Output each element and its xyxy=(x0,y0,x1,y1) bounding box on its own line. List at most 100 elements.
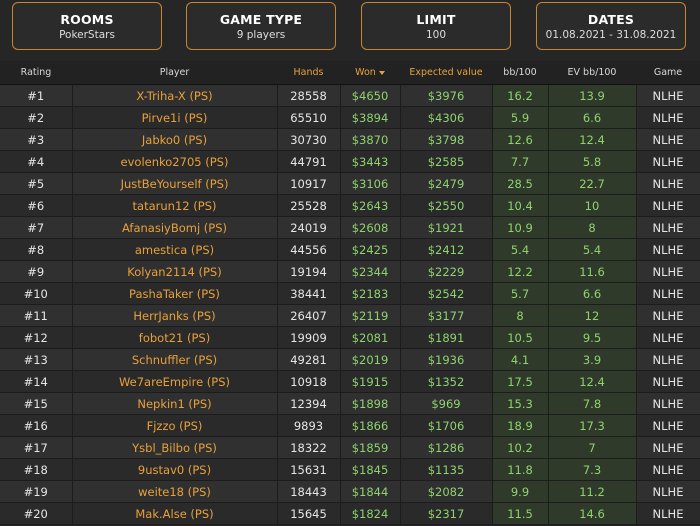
hands-cell: 9893 xyxy=(277,414,341,437)
expected-value-cell: $1135 xyxy=(400,458,493,481)
column-header-expected-value[interactable]: Expected value xyxy=(400,61,492,85)
table-row[interactable]: #3 Jabko0 (PS) 30730 $3870 $3798 12.6 12.4 NLHE xyxy=(0,128,700,151)
game-cell: NLHE xyxy=(636,128,700,151)
ev-bb100-cell: 9.5 xyxy=(548,326,637,349)
won-cell: $1844 xyxy=(340,480,401,503)
won-cell: $2081 xyxy=(340,326,401,349)
won-cell: $2344 xyxy=(340,260,401,283)
table-row[interactable]: #9 Kolyan2114 (PS) 19194 $2344 $2229 12.2 11.6… xyxy=(0,260,700,283)
column-header-game[interactable]: Game xyxy=(636,61,700,85)
player-link[interactable]: fobot21 (PS) xyxy=(72,326,278,349)
hands-cell: 19194 xyxy=(277,260,341,283)
hands-cell: 18322 xyxy=(277,436,341,459)
rating-cell: #8 xyxy=(0,238,73,261)
bb100-cell: 5.7 xyxy=(492,282,549,305)
table-row[interactable]: #2 Pirve1i (PS) 65510 $3894 $4306 5.9 6.6 NLHE xyxy=(0,106,700,129)
game-cell: NLHE xyxy=(636,172,700,195)
table-row[interactable]: #17 Ysbl_Bilbo (PS) 18322 $1859 $1286 10.2 7 NL… xyxy=(0,436,700,459)
expected-value-cell: $2479 xyxy=(400,172,493,195)
game-type-filter[interactable]: GAME TYPE 9 players xyxy=(186,2,336,50)
expected-value-cell: $3976 xyxy=(400,84,493,107)
table-row[interactable]: #14 We7areEmpire (PS) 10918 $1915 $1352 17.5 1… xyxy=(0,370,700,393)
table-row[interactable]: #7 AfanasiyBomj (PS) 24019 $2608 $1921 10.9 8 N… xyxy=(0,216,700,239)
table-row[interactable]: #1 X-Triha-X (PS) 28558 $4650 $3976 16.2 13.9 N… xyxy=(0,84,700,107)
table-row[interactable]: #8 amestica (PS) 44556 $2425 $2412 5.4 5.4 NLHE xyxy=(0,238,700,261)
table-row[interactable]: #20 Mak.Alse (PS) 15645 $1824 $2317 11.5 14.6 N… xyxy=(0,502,700,525)
column-header-player[interactable]: Player xyxy=(72,61,277,85)
won-cell: $1859 xyxy=(340,436,401,459)
column-header-rating[interactable]: Rating xyxy=(0,61,72,85)
player-link[interactable]: Ysbl_Bilbo (PS) xyxy=(72,436,278,459)
rating-cell: #13 xyxy=(0,348,73,371)
table-row[interactable]: #16 Fjzzo (PS) 9893 $1866 $1706 18.9 17.3 NLHE xyxy=(0,414,700,437)
rooms-filter[interactable]: ROOMS PokerStars xyxy=(12,2,162,50)
player-link[interactable]: PashaTaker (PS) xyxy=(72,282,278,305)
player-link[interactable]: HerrJanks (PS) xyxy=(72,304,278,327)
table-row[interactable]: #4 evolenko2705 (PS) 44791 $3443 $2585 7.7 5.8… xyxy=(0,150,700,173)
bb100-cell: 10.2 xyxy=(492,436,549,459)
expected-value-cell: $2317 xyxy=(400,502,493,525)
table-row[interactable]: #11 HerrJanks (PS) 26407 $2119 $3177 8 12 NLHE xyxy=(0,304,700,327)
table-row[interactable]: #12 fobot21 (PS) 19909 $2081 $1891 10.5 9.5 NLH… xyxy=(0,326,700,349)
column-header-bb100[interactable]: bb/100 xyxy=(492,61,548,85)
hands-cell: 15645 xyxy=(277,502,341,525)
rating-cell: #17 xyxy=(0,436,73,459)
hands-cell: 24019 xyxy=(277,216,341,239)
player-link[interactable]: tatarun12 (PS) xyxy=(72,194,278,217)
player-link[interactable]: AfanasiyBomj (PS) xyxy=(72,216,278,239)
game-cell: NLHE xyxy=(636,304,700,327)
game-cell: NLHE xyxy=(636,260,700,283)
hands-cell: 30730 xyxy=(277,128,341,151)
player-link[interactable]: We7areEmpire (PS) xyxy=(72,370,278,393)
won-cell: $2183 xyxy=(340,282,401,305)
bb100-cell: 15.3 xyxy=(492,392,549,415)
won-cell: $2019 xyxy=(340,348,401,371)
won-cell: $3894 xyxy=(340,106,401,129)
player-link[interactable]: Kolyan2114 (PS) xyxy=(72,260,278,283)
won-cell: $1824 xyxy=(340,502,401,525)
table-row[interactable]: #10 PashaTaker (PS) 38441 $2183 $2542 5.7 6.6 N… xyxy=(0,282,700,305)
table-row[interactable]: #19 weite18 (PS) 18443 $1844 $2082 9.9 11.2 NLH… xyxy=(0,480,700,503)
player-link[interactable]: Nepkin1 (PS) xyxy=(72,392,278,415)
ev-bb100-cell: 11.6 xyxy=(548,260,637,283)
hands-cell: 65510 xyxy=(277,106,341,129)
player-link[interactable]: Pirve1i (PS) xyxy=(72,106,278,129)
expected-value-cell: $2229 xyxy=(400,260,493,283)
game-cell: NLHE xyxy=(636,458,700,481)
player-link[interactable]: evolenko2705 (PS) xyxy=(72,150,278,173)
ev-bb100-cell: 22.7 xyxy=(548,172,637,195)
ev-bb100-cell: 6.6 xyxy=(548,282,637,305)
dates-filter-title: DATES xyxy=(587,12,635,27)
hands-cell: 44791 xyxy=(277,150,341,173)
player-link[interactable]: Mak.Alse (PS) xyxy=(72,502,278,525)
player-link[interactable]: JustBeYourself (PS) xyxy=(72,172,278,195)
column-header-won[interactable]: Won xyxy=(340,61,400,85)
player-link[interactable]: 9ustav0 (PS) xyxy=(72,458,278,481)
column-header-ev-bb100[interactable]: EV bb/100 xyxy=(548,61,636,85)
table-header: Rating Player Hands Won Expected value b… xyxy=(0,61,700,85)
bb100-cell: 17.5 xyxy=(492,370,549,393)
expected-value-cell: $1891 xyxy=(400,326,493,349)
column-header-hands[interactable]: Hands xyxy=(277,61,340,85)
rating-cell: #9 xyxy=(0,260,73,283)
player-link[interactable]: Schnuffler (PS) xyxy=(72,348,278,371)
dates-filter[interactable]: DATES 01.08.2021 - 31.08.2021 xyxy=(536,2,686,50)
table-row[interactable]: #18 9ustav0 (PS) 15631 $1845 $1135 11.8 7.3 NLH… xyxy=(0,458,700,481)
rating-cell: #6 xyxy=(0,194,73,217)
table-row[interactable]: #6 tatarun12 (PS) 25528 $2643 $2550 10.4 10 NLH… xyxy=(0,194,700,217)
rating-cell: #5 xyxy=(0,172,73,195)
limit-filter[interactable]: LIMIT 100 xyxy=(361,2,511,50)
hands-cell: 12394 xyxy=(277,392,341,415)
table-row[interactable]: #13 Schnuffler (PS) 49281 $2019 $1936 4.1 3.9 N… xyxy=(0,348,700,371)
table-row[interactable]: #5 JustBeYourself (PS) 10917 $3106 $2479 28.5… xyxy=(0,172,700,195)
player-link[interactable]: weite18 (PS) xyxy=(72,480,278,503)
game-type-filter-title: GAME TYPE xyxy=(219,12,303,27)
player-link[interactable]: Fjzzo (PS) xyxy=(72,414,278,437)
player-link[interactable]: X-Triha-X (PS) xyxy=(72,84,278,107)
player-link[interactable]: Jabko0 (PS) xyxy=(72,128,278,151)
player-link[interactable]: amestica (PS) xyxy=(72,238,278,261)
game-cell: NLHE xyxy=(636,216,700,239)
table-row[interactable]: #15 Nepkin1 (PS) 12394 $1898 $969 15.3 7.8 NLHE xyxy=(0,392,700,415)
game-cell: NLHE xyxy=(636,392,700,415)
game-cell: NLHE xyxy=(636,480,700,503)
